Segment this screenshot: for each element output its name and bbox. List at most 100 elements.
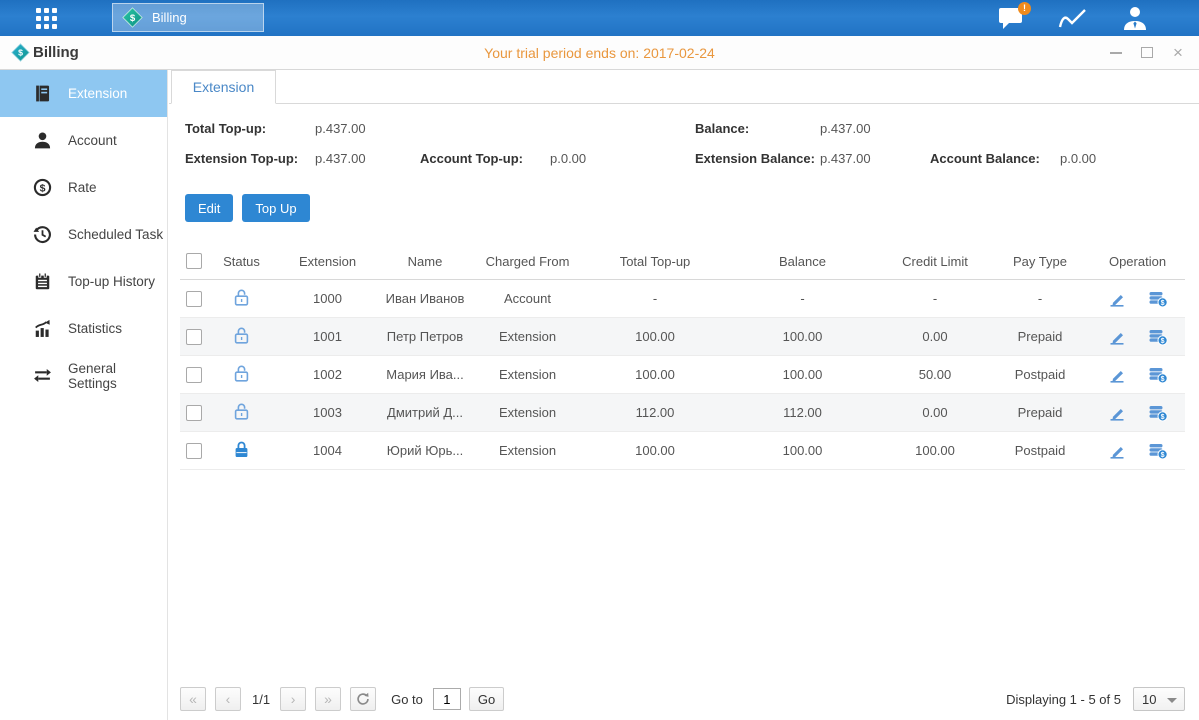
sidebar-item-extension[interactable]: Extension xyxy=(0,70,167,117)
sidebar-item-label: Top-up History xyxy=(68,274,155,289)
refresh-icon xyxy=(356,692,370,706)
last-page-button[interactable]: » xyxy=(315,687,341,711)
extension-table: Status Extension Name Charged From Total… xyxy=(180,243,1185,470)
row-checkbox[interactable] xyxy=(186,329,202,345)
notebook-icon xyxy=(33,272,52,291)
table-row: 1002 Мария Ива... Extension 100.00 100.0… xyxy=(180,356,1185,394)
edit-pencil-icon[interactable] xyxy=(1108,328,1126,346)
cell-total-topup: - xyxy=(585,280,725,318)
tab-extension[interactable]: Extension xyxy=(171,70,276,104)
messages-icon[interactable]: ! xyxy=(995,4,1027,32)
cell-total-topup: 100.00 xyxy=(585,432,725,470)
stats-row-1: Total Top-up: p.437.00 Balance: p.437.00 xyxy=(169,121,1199,138)
total-topup-label: Total Top-up: xyxy=(185,121,266,136)
unlock-status-icon xyxy=(233,409,250,424)
app-grid-icon[interactable] xyxy=(36,8,68,29)
cell-name: Дмитрий Д... xyxy=(380,394,470,432)
goto-label: Go to xyxy=(391,692,423,707)
extension-balance-label: Extension Balance: xyxy=(695,151,815,166)
chevron-down-icon xyxy=(1167,698,1177,703)
account-balance-label: Account Balance: xyxy=(930,151,1040,166)
ledger-icon xyxy=(33,84,52,103)
column-header-credit-limit: Credit Limit xyxy=(880,243,990,280)
prev-page-button[interactable]: ‹ xyxy=(215,687,241,711)
cell-pay-type: - xyxy=(990,280,1090,318)
unlock-status-icon xyxy=(233,295,250,310)
svg-text:$: $ xyxy=(130,13,136,24)
account-topup-label: Account Top-up: xyxy=(420,151,523,166)
edit-pencil-icon[interactable] xyxy=(1108,366,1126,384)
statistics-chart-icon xyxy=(33,319,52,338)
cell-balance: 100.00 xyxy=(725,356,880,394)
cell-balance: 100.00 xyxy=(725,318,880,356)
cell-name: Мария Ива... xyxy=(380,356,470,394)
history-clock-icon xyxy=(33,225,52,244)
dollar-circle-icon: $ xyxy=(33,178,52,197)
settings-sliders-icon xyxy=(33,366,52,385)
account-topup-value: p.0.00 xyxy=(550,151,586,166)
sidebar-item-topup-history[interactable]: Top-up History xyxy=(0,258,167,305)
cell-credit-limit: - xyxy=(880,280,990,318)
cell-total-topup: 100.00 xyxy=(585,356,725,394)
lock-status-icon xyxy=(233,447,250,462)
page-size-value: 10 xyxy=(1142,692,1156,707)
cell-charged-from: Extension xyxy=(470,356,585,394)
sidebar-item-general-settings[interactable]: General Settings xyxy=(0,352,167,399)
goto-page-input[interactable] xyxy=(433,688,461,710)
window-title-bar: $ Billing Your trial period ends on: 201… xyxy=(0,36,1199,70)
cell-credit-limit: 100.00 xyxy=(880,432,990,470)
sidebar-item-statistics[interactable]: Statistics xyxy=(0,305,167,352)
extension-balance-value: p.437.00 xyxy=(820,151,871,166)
top-up-coins-icon[interactable]: $ xyxy=(1148,366,1168,384)
resource-monitor-icon[interactable] xyxy=(1057,4,1089,32)
svg-text:$: $ xyxy=(1160,452,1164,459)
balance-value: p.437.00 xyxy=(820,121,871,136)
cell-total-topup: 100.00 xyxy=(585,318,725,356)
cell-balance: - xyxy=(725,280,880,318)
top-up-coins-icon[interactable]: $ xyxy=(1148,442,1168,460)
cell-charged-from: Account xyxy=(470,280,585,318)
sidebar-item-scheduled-task[interactable]: Scheduled Task xyxy=(0,211,167,258)
edit-pencil-icon[interactable] xyxy=(1108,404,1126,422)
sidebar-item-rate[interactable]: $ Rate xyxy=(0,164,167,211)
column-header-balance: Balance xyxy=(725,243,880,280)
first-page-button[interactable]: « xyxy=(180,687,206,711)
taskbar-tab-label: Billing xyxy=(152,10,187,25)
row-checkbox[interactable] xyxy=(186,443,202,459)
cell-name: Юрий Юрь... xyxy=(380,432,470,470)
account-balance-value: p.0.00 xyxy=(1060,151,1096,166)
table-header-row: Status Extension Name Charged From Total… xyxy=(180,243,1185,280)
page-indicator: 1/1 xyxy=(252,692,270,707)
row-checkbox[interactable] xyxy=(186,367,202,383)
next-page-button[interactable]: › xyxy=(280,687,306,711)
minimize-button[interactable] xyxy=(1109,46,1123,60)
go-button[interactable]: Go xyxy=(469,687,504,711)
edit-pencil-icon[interactable] xyxy=(1108,442,1126,460)
close-button[interactable]: × xyxy=(1171,46,1185,60)
maximize-button[interactable] xyxy=(1140,46,1154,60)
row-checkbox[interactable] xyxy=(186,405,202,421)
sidebar-item-label: Account xyxy=(68,133,117,148)
top-up-coins-icon[interactable]: $ xyxy=(1148,404,1168,422)
cell-credit-limit: 50.00 xyxy=(880,356,990,394)
cell-pay-type: Postpaid xyxy=(990,432,1090,470)
stats-row-2: Extension Top-up: p.437.00 Account Top-u… xyxy=(169,151,1199,168)
top-up-coins-icon[interactable]: $ xyxy=(1148,290,1168,308)
row-checkbox[interactable] xyxy=(186,291,202,307)
taskbar-tab-billing[interactable]: $ Billing xyxy=(112,3,264,32)
select-all-checkbox[interactable] xyxy=(186,253,202,269)
cell-name: Петр Петров xyxy=(380,318,470,356)
svg-text:$: $ xyxy=(1160,414,1164,421)
svg-text:$: $ xyxy=(1160,376,1164,383)
refresh-button[interactable] xyxy=(350,687,376,711)
main-content: Extension Total Top-up: p.437.00 Balance… xyxy=(169,70,1199,720)
cell-pay-type: Prepaid xyxy=(990,318,1090,356)
column-header-total-topup: Total Top-up xyxy=(585,243,725,280)
top-up-coins-icon[interactable]: $ xyxy=(1148,328,1168,346)
edit-pencil-icon[interactable] xyxy=(1108,290,1126,308)
top-up-button[interactable]: Top Up xyxy=(242,194,309,222)
edit-button[interactable]: Edit xyxy=(185,194,233,222)
sidebar-item-account[interactable]: Account xyxy=(0,117,167,164)
page-size-select[interactable]: 10 xyxy=(1133,687,1185,711)
user-account-icon[interactable] xyxy=(1119,4,1151,32)
